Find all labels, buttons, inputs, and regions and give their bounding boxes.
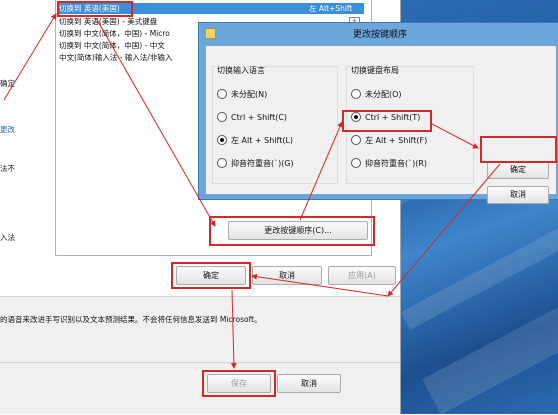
arrow-to-save (230, 289, 237, 369)
arrow-to-selected-row (3, 13, 57, 101)
arrow-to-front-ok (431, 123, 479, 149)
arrow-to-lower (387, 163, 501, 297)
arrow-to-change-sequence (95, 17, 216, 227)
annotation-arrows (3, 13, 501, 369)
arrow-to-ok (251, 273, 389, 297)
arrow-to-ctrl-shift (299, 121, 343, 221)
